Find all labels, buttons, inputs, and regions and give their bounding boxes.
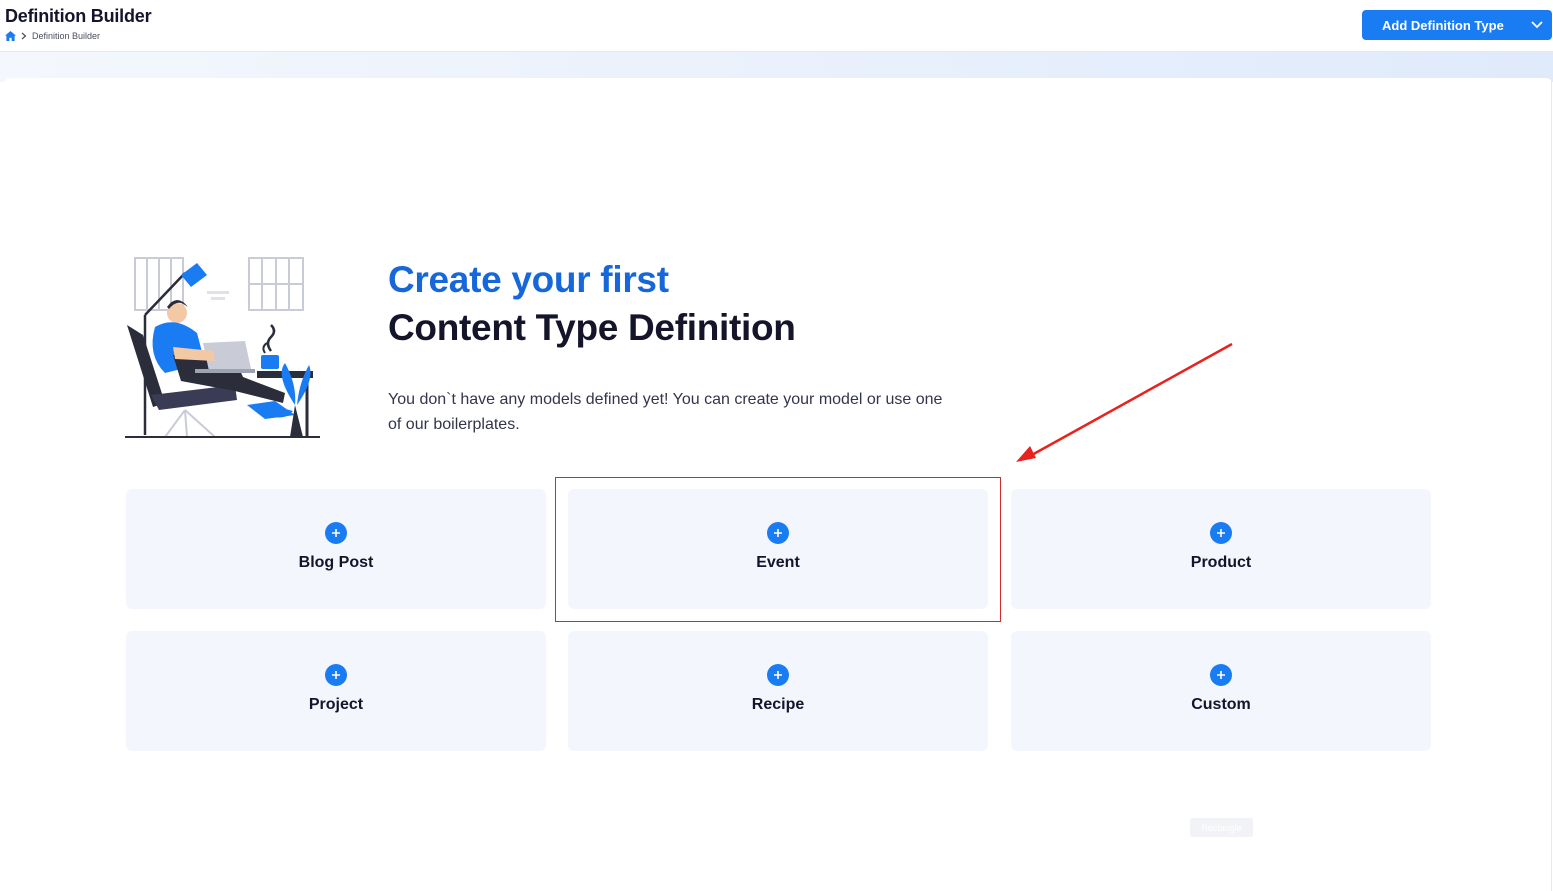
card-label: Recipe (751, 696, 805, 713)
boilerplate-card-custom[interactable]: Custom (1011, 631, 1431, 751)
breadcrumb-current: Definition Builder (32, 31, 101, 41)
ghost-label: Rectangle (1190, 818, 1253, 837)
boilerplate-card-project[interactable]: Project (126, 631, 546, 751)
plus-circle-icon (767, 664, 789, 686)
plus-circle-icon (325, 664, 347, 686)
breadcrumb: Definition Builder (5, 31, 100, 41)
plus-circle-icon (325, 522, 347, 544)
plus-circle-icon (1210, 664, 1232, 686)
plus-circle-icon (1210, 522, 1232, 544)
headline-content-type-definition: Content Type Definition (388, 307, 796, 348)
top-header: Definition Builder Definition Builder Ad… (0, 0, 1553, 52)
headline-create-your-first: Create your first (388, 259, 669, 300)
chevron-right-icon (21, 32, 27, 40)
card-label: Blog Post (298, 554, 374, 571)
empty-state-description: You don`t have any models defined yet! Y… (388, 391, 943, 433)
card-label: Product (1190, 554, 1252, 571)
right-border (1551, 78, 1552, 891)
add-definition-type-button[interactable]: Add Definition Type (1362, 10, 1552, 40)
add-definition-type-label: Add Definition Type (1382, 17, 1504, 33)
page-title: Definition Builder (5, 6, 152, 26)
annotation-highlight-box (555, 477, 1001, 622)
chevron-down-icon[interactable] (1522, 10, 1552, 40)
boilerplate-card-recipe[interactable]: Recipe (568, 631, 988, 751)
card-label: Project (308, 696, 364, 713)
annotation-arrow-icon (1016, 342, 1233, 462)
boilerplate-card-product[interactable]: Product (1011, 489, 1431, 609)
boilerplate-card-blog-post[interactable]: Blog Post (126, 489, 546, 609)
home-icon[interactable] (5, 31, 16, 41)
card-label: Custom (1191, 696, 1251, 713)
person-working-on-laptop-illustration (125, 257, 320, 438)
